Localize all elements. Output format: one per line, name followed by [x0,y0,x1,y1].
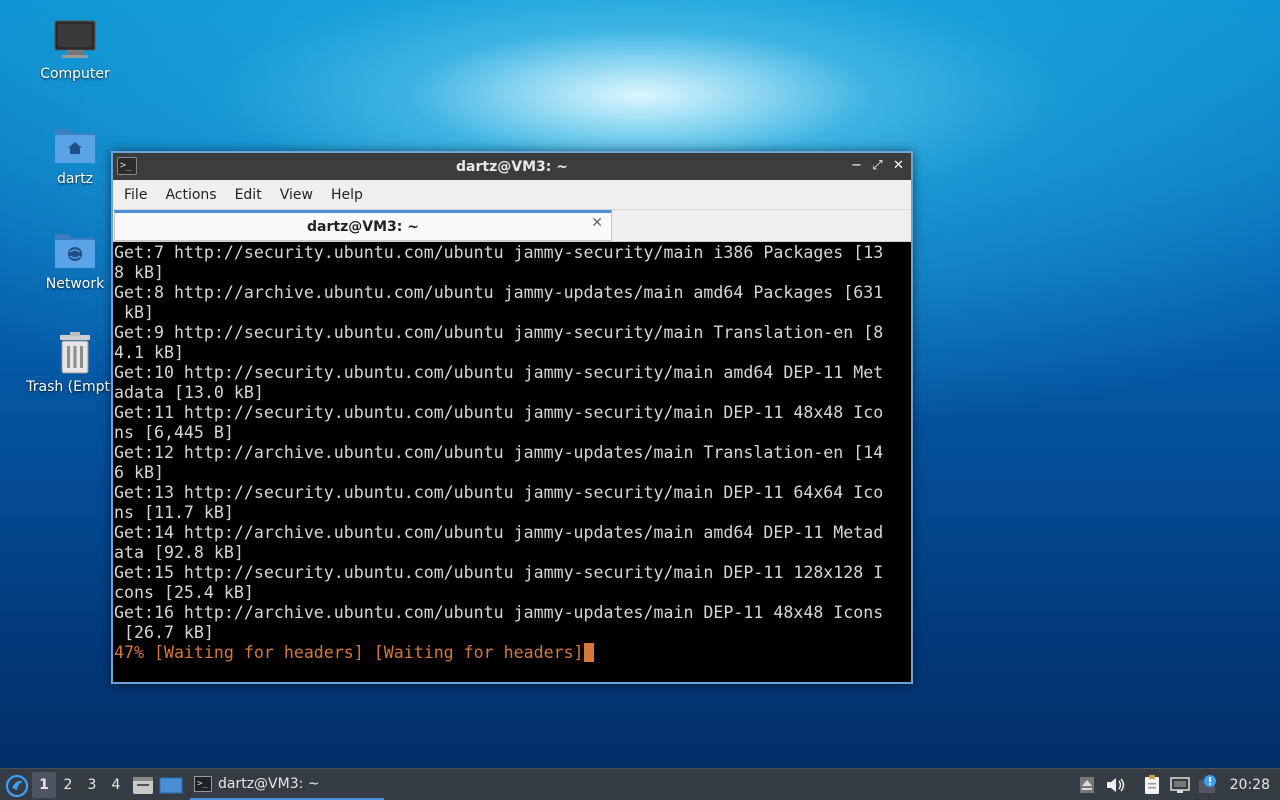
home-folder-icon [53,123,97,167]
taskbar: 1 2 3 4 >_ dartz@VM3: ~ 20:28 [0,768,1280,800]
terminal-line: ns [11.7 kB] [114,503,234,522]
show-desktop-button[interactable] [158,772,184,798]
volume-icon[interactable] [1104,774,1126,796]
desktop-icon-label: Computer [40,66,110,82]
terminal-line: Get:9 http://security.ubuntu.com/ubuntu … [114,323,884,342]
menu-help[interactable]: Help [322,187,372,203]
menu-view[interactable]: View [271,187,322,203]
workspace-3[interactable]: 3 [80,772,104,798]
network-folder-icon [53,228,97,272]
file-manager-launcher[interactable] [130,772,156,798]
terminal-line: Get:16 http://archive.ubuntu.com/ubuntu … [114,603,884,622]
terminal-line: 8 kB] [114,263,164,282]
terminal-line: Get:10 http://security.ubuntu.com/ubuntu… [114,363,884,382]
desktop-icon-label: Network [45,276,105,292]
desktop-icon-label: Trash (Empty) [26,379,124,395]
terminal-line: ns [6,445 B] [114,423,234,442]
computer-icon [53,18,97,62]
menu-file[interactable]: File [115,187,156,203]
update-notifier-icon[interactable] [1197,774,1219,796]
terminal-line: 4.1 kB] [114,343,184,362]
terminal-line: Get:15 http://security.ubuntu.com/ubuntu… [114,563,884,582]
network-icon[interactable] [1169,774,1191,796]
terminal-app-icon: >_ [117,157,137,175]
desktop-icon-computer[interactable]: Computer [20,18,130,82]
workspace-1[interactable]: 1 [32,771,56,798]
terminal-output[interactable]: Get:7 http://security.ubuntu.com/ubuntu … [113,242,911,682]
terminal-line: kB] [114,303,154,322]
window-title: dartz@VM3: ~ [456,158,568,175]
terminal-line: [26.7 kB] [114,623,214,642]
terminal-cursor [583,643,594,662]
start-menu-button[interactable] [2,770,32,800]
system-tray: 20:28 [1073,769,1280,800]
progress-line: 47% [Waiting for headers] [Waiting for h… [114,643,584,662]
terminal-line: ata [92.8 kB] [114,543,244,562]
tab-terminal[interactable]: dartz@VM3: ~ ✕ [114,210,612,241]
terminal-line: Get:13 http://security.ubuntu.com/ubuntu… [114,483,884,502]
terminal-line: Get:7 http://security.ubuntu.com/ubuntu … [114,243,884,262]
clock[interactable]: 20:28 [1230,777,1270,793]
tab-label: dartz@VM3: ~ [307,218,419,235]
terminal-task-icon: >_ [194,775,212,792]
lubuntu-logo-icon [5,774,29,797]
maximize-button[interactable]: ⤢ [869,157,886,175]
terminal-line: Get:11 http://security.ubuntu.com/ubuntu… [114,403,884,422]
terminal-line: adata [13.0 kB] [114,383,264,402]
minimize-button[interactable]: − [848,157,865,175]
trash-icon [53,331,97,375]
terminal-window[interactable]: >_ dartz@VM3: ~ − ⤢ ✕ File Actions Edit … [111,151,913,684]
terminal-line: 6 kB] [114,463,164,482]
show-desktop-icon [159,777,183,793]
menu-edit[interactable]: Edit [226,187,271,203]
task-label: dartz@VM3: ~ [218,775,320,792]
menu-actions[interactable]: Actions [156,187,225,203]
workspace-2[interactable]: 2 [56,772,80,798]
taskbar-task-terminal[interactable]: >_ dartz@VM3: ~ [190,770,384,800]
terminal-line: Get:12 http://archive.ubuntu.com/ubuntu … [114,443,884,462]
tab-bar: dartz@VM3: ~ ✕ [113,210,911,242]
desktop-icon-label: dartz [56,171,94,187]
menu-bar: File Actions Edit View Help [113,180,911,210]
eject-icon[interactable] [1076,774,1098,796]
terminal-line: Get:8 http://archive.ubuntu.com/ubuntu j… [114,283,884,302]
terminal-line: cons [25.4 kB] [114,583,254,602]
close-button[interactable]: ✕ [890,157,907,175]
tab-close-icon[interactable]: ✕ [591,215,603,231]
file-manager-icon [133,776,153,794]
window-titlebar[interactable]: >_ dartz@VM3: ~ − ⤢ ✕ [113,153,911,180]
terminal-line: Get:14 http://archive.ubuntu.com/ubuntu … [114,523,884,542]
workspace-4[interactable]: 4 [104,772,128,798]
clipboard-icon[interactable] [1141,774,1163,796]
